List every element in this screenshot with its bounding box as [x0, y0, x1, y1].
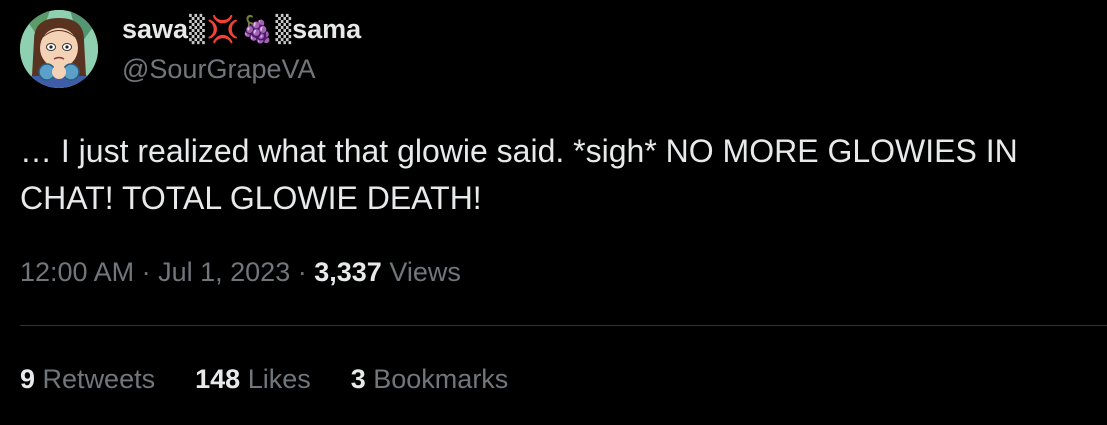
meta-separator: · — [141, 257, 151, 287]
bookmarks-stat[interactable]: 3 Bookmarks — [351, 364, 509, 395]
tweet-time[interactable]: 12:00 AM — [20, 257, 134, 287]
likes-label: Likes — [247, 364, 311, 394]
display-name-suffix: sama — [292, 14, 362, 44]
display-name[interactable]: sawa ▒ 💢 🍇 ▒ sama — [122, 14, 361, 45]
bookmarks-label: Bookmarks — [373, 364, 509, 394]
grapes-icon: 🍇 — [241, 14, 274, 45]
shade-block-icon: ▒ — [275, 14, 292, 45]
retweets-label: Retweets — [42, 364, 156, 394]
engagement-stats: 9 Retweets 148 Likes 3 Bookmarks — [20, 364, 548, 395]
avatar[interactable] — [20, 10, 98, 88]
likes-stat[interactable]: 148 Likes — [195, 364, 311, 395]
display-name-prefix: sawa — [122, 14, 189, 44]
views-label: Views — [389, 257, 461, 287]
tweet-meta: 12:00 AM · Jul 1, 2023 · 3,337 Views — [20, 257, 461, 288]
avatar-image — [20, 10, 98, 88]
anger-symbol-icon: 💢 — [206, 14, 240, 45]
tweet-date[interactable]: Jul 1, 2023 — [158, 257, 290, 287]
meta-separator: · — [297, 257, 307, 287]
user-handle[interactable]: @SourGrapeVA — [122, 54, 316, 85]
bookmarks-count: 3 — [350, 364, 366, 394]
likes-count: 148 — [195, 364, 241, 394]
retweets-count: 9 — [20, 364, 36, 394]
retweets-stat[interactable]: 9 Retweets — [20, 364, 155, 395]
views-count: 3,337 — [314, 257, 382, 287]
divider — [20, 325, 1107, 326]
shade-block-icon: ▒ — [189, 14, 205, 45]
tweet-text: … I just realized what that glowie said.… — [20, 133, 1018, 216]
